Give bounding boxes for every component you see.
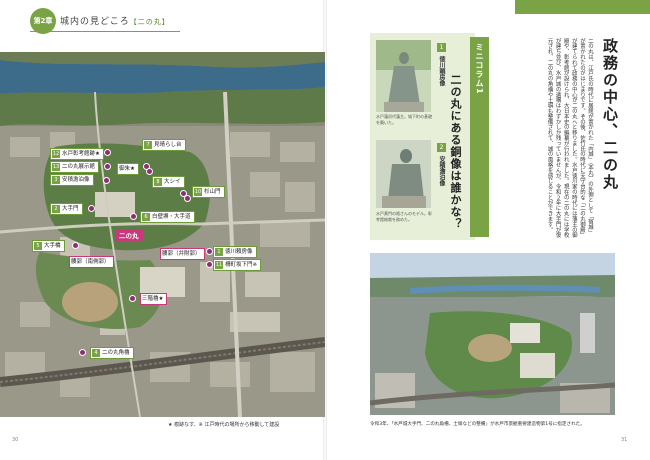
map-marker — [104, 149, 111, 156]
map-label-text: 二の丸角櫓 — [102, 350, 130, 356]
map-label-number: 4 — [92, 349, 100, 357]
map-marker — [206, 261, 213, 268]
statue-name: 徳川頼房像 — [438, 56, 445, 86]
map-label-text: 杉山門 — [204, 189, 221, 195]
map-label-text: 水戸彰考館跡★ — [62, 151, 100, 157]
map-label-number: 12 — [52, 150, 60, 158]
map-label-number: 7 — [144, 141, 152, 149]
section-title: 城内の見どころ【二の丸】 — [60, 14, 170, 27]
map-label-koshiguruwa-south: 腰郭（南側郭） — [69, 256, 114, 268]
map-label-number: 5 — [34, 242, 42, 250]
map-label-number: 10 — [194, 188, 202, 196]
map-label-text: 大手門 — [62, 206, 79, 212]
map-label-number: 11 — [215, 261, 223, 269]
map-label-suifu-shokokan: 12 水戸彰考館跡★ — [50, 148, 104, 160]
statue-number: 1 — [437, 43, 446, 52]
statue-number: 2 — [437, 143, 446, 152]
main-heading: 政務の中心、二の丸 — [601, 38, 619, 191]
map-label-shirakabe: 6 白壁塀・大手道 — [140, 211, 195, 223]
page-number-right: 31 — [621, 437, 628, 443]
map-label-text: 腰郭（南側郭） — [71, 259, 110, 265]
mini-column-tag: ミニコラム1 — [470, 37, 489, 237]
map-label-yorifusa-statue: 1 徳川頼房像 — [213, 246, 257, 258]
map-label-asaka-statue: 3 安積澹泊像 — [50, 174, 94, 186]
map-marker — [103, 177, 110, 184]
map-label-ninomaru-exhibit: 13 二の丸展示館 — [50, 161, 100, 173]
map-label-text: 柵町坂下門※ — [225, 262, 258, 268]
map-label-sugiyama-gate: 10 杉山門 — [192, 186, 225, 198]
map-label-otemon: 2 大手門 — [50, 203, 83, 215]
mini-column-title: 二の丸にある銅像は誰かな？ — [449, 74, 462, 230]
map-label-text: 安積澹泊像 — [62, 177, 90, 183]
map-label-text: 腰郭（弁財郭） — [162, 251, 201, 257]
section-subtitle: 【二の丸】 — [129, 18, 170, 26]
map-label-text: 御朱★ — [119, 166, 135, 172]
header-rule — [30, 31, 180, 32]
map-marker — [129, 295, 136, 302]
main-body-text: 二の丸は、江戸氏の時代に居館が置かれた「内城」（本丸）の外側として「宿城」が置か… — [546, 38, 593, 238]
map-caption: ★ 痕跡なす、※ 江戸時代の場所から移動して建設 — [168, 422, 280, 428]
map-center-label: 二の丸 — [115, 229, 143, 241]
map-label-text: 徳川頼房像 — [225, 249, 253, 255]
section-title-text: 城内の見どころ — [60, 17, 130, 27]
map-marker — [79, 349, 86, 356]
map-label-kakuyagura: 4 二の丸角櫓 — [90, 347, 134, 359]
map-marker — [146, 168, 153, 175]
map-label-text: 大手橋 — [44, 243, 61, 249]
corner-tab — [515, 0, 650, 14]
statue-photo-yorifusa — [376, 40, 431, 112]
map-marker — [130, 213, 137, 220]
map-label-miharashi: 7 見晴らし台 — [142, 139, 186, 151]
map-label-text: 大シイ — [164, 179, 181, 185]
map-marker — [88, 205, 95, 212]
aerial-caption: 令和3年、「水戸城大手門、二の丸角櫓、土塀などの整備」が水戸市景観重要建造物第1… — [370, 422, 585, 427]
aerial-map — [0, 52, 325, 417]
statue-caption: 水戸藩初代藩主。城下町の基礎を築いた。 — [376, 114, 432, 125]
page-number-left: 30 — [12, 437, 19, 443]
map-label-text: 三階櫓★ — [142, 296, 164, 302]
map-label-number: 2 — [52, 205, 60, 213]
map-label-oshii: 8 大シイ — [152, 176, 185, 188]
map-label-koshiguruwa-benzai: 腰郭（弁財郭） — [160, 248, 205, 260]
map-marker — [104, 163, 111, 170]
map-label-yanagi-gate: 11 柵町坂下門※ — [213, 259, 262, 271]
map-label-sangai-yagura: 三階櫓★ — [140, 293, 168, 305]
map-label-number: 13 — [52, 163, 60, 171]
statue-name: 安積澹泊像 — [438, 156, 445, 186]
map-label-text: 白壁塀・大手道 — [152, 214, 191, 220]
map-label-goshu: 御朱★ — [117, 163, 139, 175]
map-marker — [184, 195, 191, 202]
aerial-photo — [370, 253, 615, 415]
map-marker — [206, 248, 213, 255]
map-label-number: 3 — [52, 176, 60, 184]
map-label-number: 1 — [215, 248, 223, 256]
map-marker — [72, 242, 79, 249]
map-label-text: 二の丸展示館 — [62, 164, 96, 170]
map-label-ote-bridge: 5 大手橋 — [32, 240, 65, 252]
map-label-number: 6 — [142, 213, 150, 221]
map-label-number: 8 — [154, 178, 162, 186]
statue-photo-asaka — [376, 140, 431, 208]
statue-caption: 水戸黄門の格さんのモデル。彰考館総裁を務めた。 — [376, 211, 432, 222]
map-label-text: 見晴らし台 — [154, 142, 182, 148]
